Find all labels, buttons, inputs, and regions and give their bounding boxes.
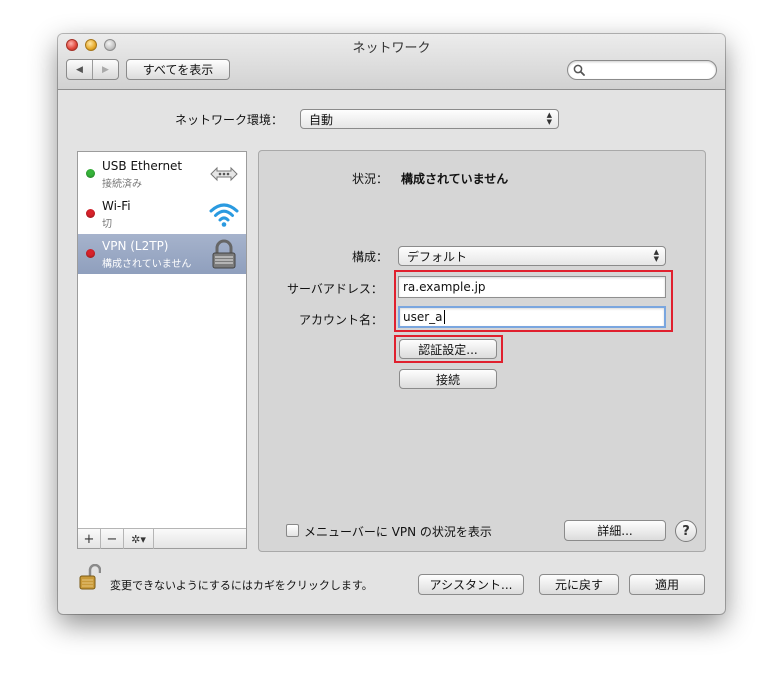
connect-button[interactable]: 接続 [399,369,497,389]
search-input[interactable] [588,62,712,78]
search-icon [573,64,585,76]
location-label: ネットワーク環境： [175,113,284,127]
show-vpn-in-menubar-label: メニューバーに VPN の状況を表示 [304,525,492,539]
back-forward-control: ◀ ▶ [66,59,119,80]
service-item-wifi[interactable]: Wi-Fi 切 [78,194,246,234]
back-arrow-icon: ◀ [76,64,83,75]
authentication-settings-button[interactable]: 認証設定... [399,339,497,359]
status-dot-green [86,169,95,178]
ethernet-icon [210,166,238,182]
service-list-toolbar: + − ✲▾ [78,528,246,549]
show-vpn-in-menubar-checkbox[interactable] [286,524,299,537]
help-button[interactable]: ? [675,520,697,542]
forward-arrow-icon: ▶ [102,64,109,75]
action-menu-button[interactable]: ✲▾ [124,529,154,549]
assistant-button[interactable]: アシスタント... [418,574,524,595]
service-name: USB Ethernet [102,159,183,173]
status-label: 状況： [352,172,389,186]
revert-button[interactable]: 元に戻す [539,574,619,595]
popup-arrows-icon: ▲ ▼ [546,111,552,126]
lock-icon [212,239,236,269]
service-name: Wi-Fi [102,199,131,213]
text-caret [443,310,445,324]
title-bar: ネットワーク ◀ ▶ すべてを表示 [58,34,725,90]
account-name-label: アカウント名： [299,313,384,327]
service-item-usb-ethernet[interactable]: USB Ethernet 接続済み [78,154,246,194]
account-name-field[interactable]: user_a [398,306,666,328]
account-name-value: user_a [403,310,443,324]
padlock-icon[interactable] [79,564,101,590]
network-preferences-window: ネットワーク ◀ ▶ すべてを表示 ネットワーク環境： 自動 ▲ ▼ USB Et… [58,34,725,614]
server-address-label: サーバアドレス： [287,282,383,296]
server-address-value: ra.example.jp [403,280,486,294]
window-title: ネットワーク [352,41,431,56]
location-popup[interactable]: 自動 ▲ ▼ [300,109,559,129]
service-name: VPN (L2TP) [102,239,169,253]
back-button[interactable]: ◀ [67,60,92,79]
server-address-field[interactable]: ra.example.jp [398,276,666,298]
service-status: 構成されていません [102,259,192,270]
popup-arrows-icon: ▲ ▼ [653,248,659,263]
lock-hint-text: 変更できないようにするにはカギをクリックします。 [110,579,373,592]
apply-button[interactable]: 適用 [629,574,705,595]
configuration-popup[interactable]: デフォルト ▲ ▼ [398,246,666,266]
status-value: 構成されていません [401,172,509,186]
service-item-vpn-l2tp[interactable]: VPN (L2TP) 構成されていません [78,234,246,274]
show-all-button[interactable]: すべてを表示 [126,59,230,80]
status-dot-red [86,209,95,218]
forward-button[interactable]: ▶ [92,60,118,79]
location-value: 自動 [309,112,334,127]
status-dot-red [86,249,95,258]
configuration-value: デフォルト [407,249,468,264]
add-service-button[interactable]: + [78,529,101,549]
service-status: 切 [102,219,112,230]
wifi-icon [209,203,239,227]
service-list: USB Ethernet 接続済み Wi-Fi 切 VPN (L2TP) 構成さ… [77,151,247,549]
search-field[interactable] [567,60,717,80]
remove-service-button[interactable]: − [101,529,124,549]
service-status: 接続済み [102,179,142,190]
configuration-label: 構成： [352,250,389,264]
advanced-button[interactable]: 詳細... [564,520,666,541]
